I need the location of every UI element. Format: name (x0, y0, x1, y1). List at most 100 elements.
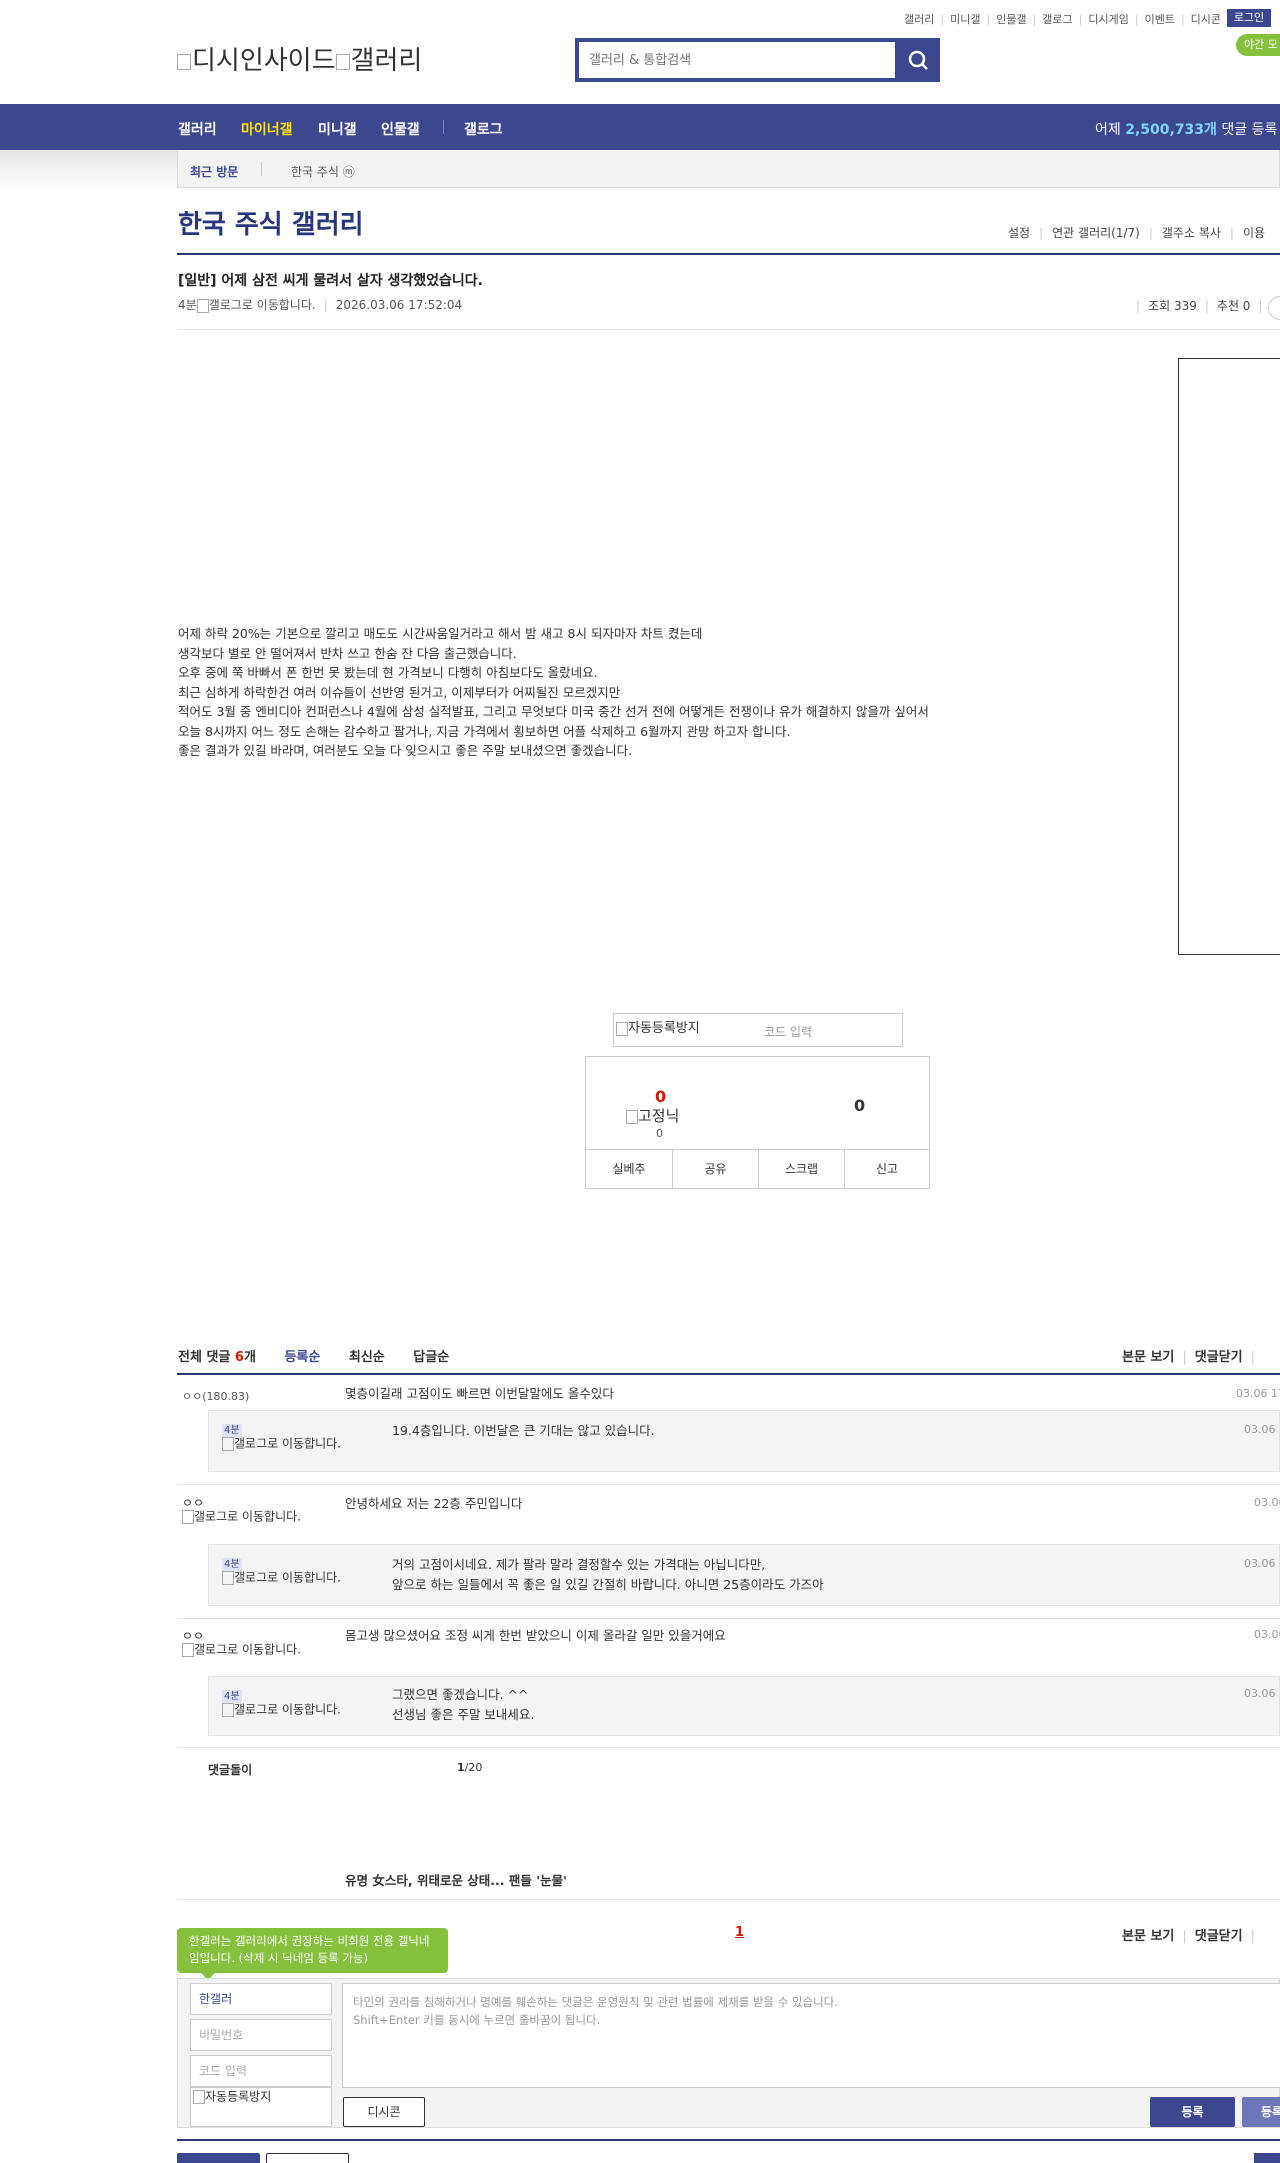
hit-recommend-button[interactable]: 실베추 (586, 1150, 672, 1189)
util-link-dccon[interactable]: 디시콘 (1191, 13, 1221, 26)
reply-date: 03.06 1 (1244, 1557, 1280, 1570)
password-field[interactable]: 비밀번호 (190, 2019, 332, 2051)
submit-recommend-button[interactable]: 등록 (1242, 2097, 1280, 2127)
captcha-row: 자동등록방지 코드 입력 (613, 1013, 903, 1047)
comment-divider (177, 1618, 1280, 1619)
nav-item-mini-gallery[interactable]: 미니갤 (318, 119, 357, 139)
comment-nick-name: ㅇㅇ (182, 1629, 205, 1643)
night-mode-toggle[interactable]: 야간 모 (1236, 34, 1280, 56)
comment-img-alt: 갤로그로 이동합니다. (194, 1642, 301, 1657)
comment-ip: (180.83) (202, 1390, 250, 1403)
reply-text: 선생님 좋은 주말 보내세요. (392, 1707, 535, 1722)
dccon-button[interactable]: 디시콘 (343, 2097, 425, 2127)
bottom-button-right[interactable] (1254, 2153, 1280, 2163)
comment-author[interactable]: ㅇㅇ 갤로그로 이동합니다. (182, 1630, 301, 1657)
post-author[interactable]: 4분 (178, 298, 197, 312)
reply-author[interactable]: 4분 갤로그로 이동합니다. (222, 1557, 341, 1585)
captcha-alt: 자동등록방지 (628, 1021, 700, 1036)
title-divider (177, 253, 1280, 255)
share-button[interactable]: 공유 (672, 1150, 758, 1189)
util-link-minigal[interactable]: 미니갤 (950, 13, 980, 26)
comment-nick[interactable]: ㅇㅇ(180.83) (182, 1388, 249, 1404)
nav-item-gallery[interactable]: 갤러리 (178, 119, 217, 139)
comment-divider (177, 1747, 1280, 1748)
reply-author[interactable]: 4분 갤로그로 이동합니다. (222, 1423, 341, 1451)
gallery-settings-link[interactable]: 설정 (1008, 226, 1030, 240)
report-button[interactable]: 신고 (844, 1150, 929, 1189)
nav-item-person-gallery[interactable]: 인물갤 (381, 119, 420, 139)
recommend-down-count[interactable]: 0 (854, 1096, 865, 1115)
captcha-alt-text: 자동등록방지 (205, 2089, 272, 2104)
sort-registered[interactable]: 등록순 (284, 1350, 320, 1365)
sort-replies[interactable]: 답글순 (413, 1350, 449, 1365)
recent-visit-bar: 최근 방문 한국 주식 ⓜ (177, 150, 1280, 188)
usage-link[interactable]: 이용 (1243, 226, 1265, 240)
view-body-link[interactable]: 본문 보기 (1122, 1929, 1174, 1944)
site-logo[interactable]: 디시인사이드 갤러리 (177, 40, 422, 77)
comment-date: 03.06 (1254, 1496, 1280, 1509)
pagination-current[interactable]: 1 (735, 1925, 744, 1940)
post-body-line: 좋은 결과가 있길 바라며, 여러분도 오늘 다 잊으시고 좋은 주말 보내셨으… (178, 743, 633, 758)
bottom-actions: 본문 보기 | 댓글닫기 | (1122, 1929, 1255, 1944)
copy-gallery-url-link[interactable]: 갤주소 복사 (1162, 226, 1221, 240)
comment-author[interactable]: ㅇㅇ 갤로그로 이동합니다. (182, 1497, 301, 1524)
recent-gallery-link[interactable]: 한국 주식 ⓜ (291, 163, 355, 180)
comment-boy-page[interactable]: 1/20 (457, 1761, 482, 1774)
fixed-nick-recommend[interactable]: 고정닉 (626, 1105, 679, 1126)
gallog-icon[interactable] (196, 298, 209, 313)
reply-text: 거의 고점이시네요. 제가 팔라 말라 결정할수 있는 가격대는 아닙니다만, (392, 1557, 766, 1572)
bottom-button-primary[interactable] (177, 2153, 260, 2163)
scrap-button[interactable]: 스크랩 (758, 1150, 844, 1189)
post-body-line: 오늘 8시까지 어느 정도 손해는 감수하고 팔거나, 지금 가격에서 횡보하면… (178, 723, 791, 739)
captcha-code-input[interactable]: 코드 입력 (764, 1023, 812, 1040)
comment-nick-name: ㅇㅇ (182, 1496, 205, 1510)
post-body-line: 어제 하락 20%는 기본으로 깔리고 매도도 시간싸움일거라고 해서 밤 새고… (178, 626, 703, 641)
main-nav: 갤러리 마이너갤 미니갤 인물갤 갤로그 어제 2,500,733개 댓글 등록 (0, 104, 1280, 150)
side-ad[interactable] (1178, 358, 1280, 955)
sort-latest[interactable]: 최신순 (349, 1350, 385, 1365)
stat-suffix: 댓글 등록 (1221, 122, 1278, 138)
util-link-gallog[interactable]: 갤로그 (1042, 13, 1072, 26)
util-link-event[interactable]: 이벤트 (1145, 13, 1175, 26)
reply-text: 19.4층입니다. 이번달은 큰 기대는 않고 있습니다. (392, 1423, 655, 1438)
name-field[interactable]: 한갤러 (190, 1983, 332, 2015)
comment-count-circle[interactable] (1268, 296, 1280, 320)
stat-prefix: 어제 (1095, 122, 1121, 138)
reply-badge: 4분 (222, 1690, 242, 1703)
gallery-title[interactable]: 한국 주식 갤러리 (178, 204, 364, 241)
captcha-image: 자동등록방지 (190, 2087, 332, 2127)
related-gallery-link[interactable]: 연관 갤러리(1/7) (1052, 226, 1140, 240)
utility-bar: 갤러리 | 미니갤 | 인물갤 | 갤로그 | 디시게임 | 이벤트 | 디시콘 로그인 (0, 0, 1280, 28)
reply-img-alt: 갤로그로 이동합니다. (234, 1570, 341, 1585)
util-link-gallery[interactable]: 갤러리 (904, 13, 934, 26)
recommend-up-count[interactable]: 0 (655, 1087, 666, 1106)
bottom-button-secondary[interactable] (266, 2153, 349, 2163)
comment-text: 몸고생 많으셨어요 조정 씨게 한번 받았으니 이제 올라갈 일만 있을거에요 (345, 1628, 726, 1643)
search-button[interactable] (897, 38, 940, 82)
post-author-img-alt: 갤로그로 이동합니다. (208, 298, 316, 312)
nav-item-gallog[interactable]: 갤로그 (464, 119, 503, 139)
fixed-nick-alt: 고정닉 (638, 1107, 680, 1125)
login-button[interactable]: 로그인 (1227, 9, 1271, 27)
textarea-placeholder-line: Shift+Enter 키를 동시에 누르면 줄바꿈이 됩니다. (353, 2013, 601, 2027)
search-icon (908, 50, 928, 70)
reply-author[interactable]: 4분 갤로그로 이동합니다. (222, 1689, 341, 1717)
news-headline[interactable]: 유명 女스타, 위태로운 상태... 팬들 '눈물' (345, 1870, 567, 1889)
submit-button[interactable]: 등록 (1150, 2097, 1235, 2127)
close-comments-link[interactable]: 댓글닫기 (1195, 1929, 1243, 1944)
divider (261, 162, 262, 176)
comment-textarea[interactable]: 타인의 권리를 침해하거나 명예를 훼손하는 댓글은 운영원칙 및 관련 법률에… (342, 1983, 1280, 2088)
util-link-persongal[interactable]: 인물갤 (996, 13, 1026, 26)
close-comments-link[interactable]: 댓글닫기 (1195, 1350, 1243, 1365)
stat-count: 2,500,733개 (1125, 122, 1217, 138)
fixed-nick-count: 0 (656, 1127, 663, 1140)
code-field[interactable]: 코드 입력 (190, 2055, 332, 2087)
nav-item-minor-gallery[interactable]: 마이너갤 (241, 119, 293, 139)
search-input[interactable] (579, 42, 895, 78)
util-link-dcgame[interactable]: 디시게임 (1088, 13, 1128, 26)
view-body-link[interactable]: 본문 보기 (1122, 1350, 1174, 1365)
post-views: 조회 339 (1148, 299, 1197, 313)
post-stats: | 조회 339 | 추천 0 | (1136, 299, 1263, 313)
recent-visit-label[interactable]: 최근 방문 (190, 163, 238, 180)
gallog-icon (222, 1571, 234, 1585)
